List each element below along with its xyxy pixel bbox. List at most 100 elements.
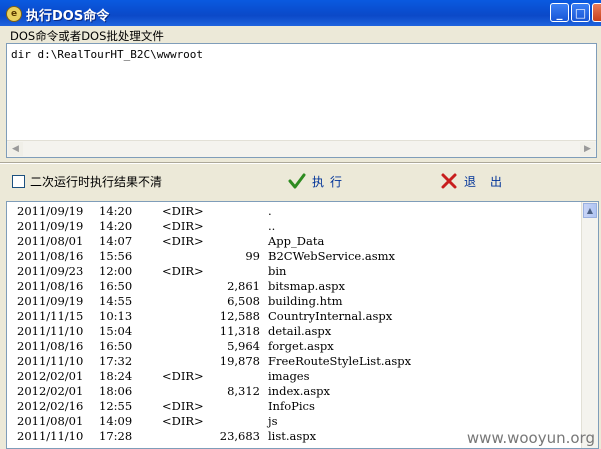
- result-date: 2011/11/10: [17, 354, 84, 368]
- result-dir: <DIR>: [162, 219, 204, 233]
- result-name: list.aspx: [268, 429, 317, 443]
- result-size: 23,683: [219, 429, 260, 443]
- maximize-button[interactable]: □: [571, 3, 590, 22]
- result-date: 2011/09/19: [17, 294, 84, 308]
- result-date: 2012/02/16: [17, 399, 84, 413]
- result-name: bitsmap.aspx: [268, 279, 345, 293]
- result-size: 8,312: [227, 384, 260, 398]
- result-dir: <DIR>: [162, 204, 204, 218]
- result-time: 15:04: [99, 324, 133, 338]
- no-clear-checkbox[interactable]: [12, 175, 25, 188]
- result-row: 2011/08/01 14:09 <DIR> js: [7, 414, 567, 429]
- result-size: 2,861: [227, 279, 260, 293]
- exit-label: 退出: [464, 175, 517, 189]
- result-date: 2011/11/15: [17, 309, 84, 323]
- result-name: forget.aspx: [268, 339, 334, 353]
- result-time: 14:09: [99, 414, 133, 428]
- scroll-right-icon[interactable]: ▶: [580, 142, 595, 156]
- result-size: 12,588: [219, 309, 260, 323]
- result-date: 2011/11/10: [17, 324, 84, 338]
- result-row: 2012/02/01 18:06 8,312 index.aspx: [7, 384, 567, 399]
- result-date: 2011/08/16: [17, 249, 84, 263]
- result-time: 15:56: [99, 249, 133, 263]
- result-name: .: [268, 204, 272, 218]
- result-name: building.htm: [268, 294, 343, 308]
- result-name: B2CWebService.asmx: [268, 249, 396, 263]
- result-row: 2012/02/01 18:24 <DIR> images: [7, 369, 567, 384]
- result-name: InfoPics: [268, 399, 315, 413]
- vertical-scrollbar[interactable]: ▲: [581, 202, 598, 448]
- divider: [0, 162, 601, 164]
- result-row: 2011/08/16 16:50 2,861 bitsmap.aspx: [7, 279, 567, 294]
- result-time: 17:28: [99, 429, 133, 443]
- result-time: 18:06: [99, 384, 133, 398]
- result-name: js: [268, 414, 278, 428]
- result-row: 2011/11/15 10:13 12,588 CountryInternal.asp…: [7, 309, 567, 324]
- result-time: 14:55: [99, 294, 133, 308]
- result-name: bin: [268, 264, 287, 278]
- result-time: 16:50: [99, 279, 133, 293]
- result-row: 2011/09/19 14:20 <DIR>.: [7, 204, 567, 219]
- result-dir: <DIR>: [162, 414, 204, 428]
- result-row: 2011/08/16 15:56 99 B2CWebService.asmx: [7, 249, 567, 264]
- result-row: 2011/11/10 15:04 11,318 detail.aspx: [7, 324, 567, 339]
- result-row: 2012/02/16 12:55 <DIR> InfoPics: [7, 399, 567, 414]
- result-dir: <DIR>: [162, 234, 204, 248]
- result-time: 18:24: [99, 369, 133, 383]
- result-name: FreeRouteStyleList.aspx: [268, 354, 412, 368]
- result-date: 2011/09/19: [17, 219, 84, 233]
- no-clear-label[interactable]: 二次运行时执行结果不清: [30, 173, 162, 190]
- title-bar[interactable]: e 执行DOS命令 _ □: [0, 0, 601, 26]
- result-time: 16:50: [99, 339, 133, 353]
- check-icon: [288, 173, 306, 189]
- result-name: index.aspx: [268, 384, 330, 398]
- result-date: 2011/08/01: [17, 414, 84, 428]
- result-size: 11,318: [219, 324, 260, 338]
- result-date: 2012/02/01: [17, 369, 84, 383]
- result-row: 2011/11/10 17:32 19,878 FreeRouteStyleList.…: [7, 354, 567, 369]
- result-dir: <DIR>: [162, 264, 204, 278]
- execute-label: 执行: [312, 175, 349, 189]
- result-date: 2011/09/19: [17, 204, 84, 218]
- result-row: 2011/09/19 14:20 <DIR>..: [7, 219, 567, 234]
- result-date: 2011/08/16: [17, 339, 84, 353]
- result-date: 2012/02/01: [17, 384, 84, 398]
- result-time: 14:20: [99, 219, 133, 233]
- result-time: 14:07: [99, 234, 133, 248]
- result-name: ..: [268, 219, 276, 233]
- close-button[interactable]: [592, 3, 601, 22]
- result-size: 6,508: [227, 294, 260, 308]
- result-row: 2011/09/23 12:00 <DIR> bin: [7, 264, 567, 279]
- minimize-button[interactable]: _: [550, 3, 569, 22]
- command-input[interactable]: dir d:\RealTourHT_B2C\wwwroot ◀ ▶: [6, 43, 597, 158]
- result-row: 2011/08/01 14:07 <DIR> App_Data: [7, 234, 567, 249]
- result-output[interactable]: 2011/09/19 14:20 <DIR>. 2011/09/19 14:20 <DIR…: [6, 201, 599, 449]
- app-icon[interactable]: e: [6, 6, 22, 22]
- result-date: 2011/09/23: [17, 264, 84, 278]
- command-text[interactable]: dir d:\RealTourHT_B2C\wwwroot: [11, 48, 203, 61]
- command-label: DOS命令或者DOS批处理文件: [10, 29, 164, 43]
- scroll-left-icon[interactable]: ◀: [8, 142, 23, 156]
- scroll-up-icon[interactable]: ▲: [583, 203, 597, 218]
- window-title: 执行DOS命令: [26, 9, 110, 24]
- horizontal-scrollbar[interactable]: ◀ ▶: [7, 140, 596, 157]
- result-list: 2011/09/19 14:20 <DIR>. 2011/09/19 14:20 <DIR…: [7, 204, 567, 444]
- result-size: 5,964: [227, 339, 260, 353]
- x-icon: [441, 173, 457, 189]
- result-dir: <DIR>: [162, 369, 204, 383]
- result-name: App_Data: [268, 234, 325, 248]
- result-date: 2011/11/10: [17, 429, 84, 443]
- result-name: CountryInternal.aspx: [268, 309, 393, 323]
- result-date: 2011/08/16: [17, 279, 84, 293]
- result-row: 2011/08/16 16:50 5,964 forget.aspx: [7, 339, 567, 354]
- result-time: 14:20: [99, 204, 133, 218]
- result-row: 2011/09/19 14:55 6,508 building.htm: [7, 294, 567, 309]
- result-size: 19,878: [219, 354, 260, 368]
- result-size: 99: [245, 249, 260, 263]
- result-time: 17:32: [99, 354, 133, 368]
- result-time: 12:55: [99, 399, 133, 413]
- result-name: detail.aspx: [268, 324, 332, 338]
- watermark: www.wooyun.org: [466, 429, 595, 447]
- result-name: images: [268, 369, 310, 383]
- result-time: 12:00: [99, 264, 133, 278]
